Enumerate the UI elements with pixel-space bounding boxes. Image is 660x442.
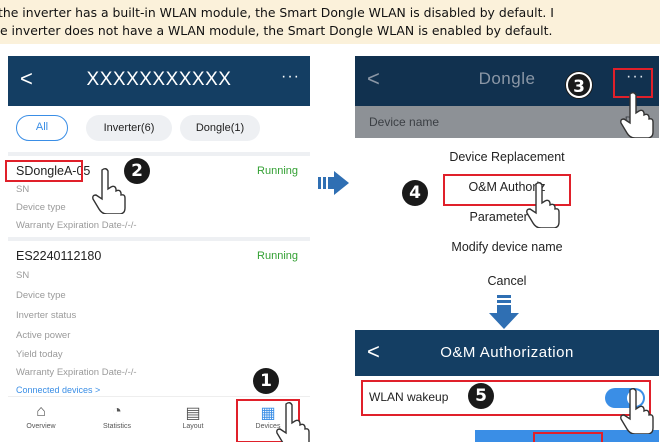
- menu-device-replacement[interactable]: Device Replacement: [355, 150, 659, 164]
- hand-pointer-icon: [620, 92, 654, 138]
- device-sn: SN: [16, 270, 30, 281]
- hand-pointer-icon: [526, 182, 560, 228]
- warranty-date: Warranty Expiration Date-/-/-: [16, 367, 137, 378]
- highlight-bottom-button: [533, 432, 603, 442]
- tab-statistics[interactable]: ◔ Statistics: [92, 403, 142, 430]
- menu-modify-device-name[interactable]: Modify device name: [355, 240, 659, 254]
- device-type: Device type: [16, 290, 66, 301]
- device-name[interactable]: ES2240112180: [16, 249, 101, 263]
- highlight-wlan-wakeup: [361, 380, 651, 416]
- yield-today: Yield today: [16, 349, 63, 360]
- wlan-wakeup-row: WLAN wakeup: [355, 376, 659, 422]
- status-badge: Running: [257, 165, 298, 177]
- tab-label: Layout: [182, 423, 204, 430]
- step-badge-3: 3: [566, 72, 592, 98]
- page-title: O&M Authorization: [440, 344, 574, 361]
- tab-layout[interactable]: ▤ Layout: [168, 403, 218, 430]
- status-badge: Running: [257, 250, 298, 262]
- om-authorization-screen: < O&M Authorization WLAN wakeup: [355, 330, 659, 442]
- menu-cancel[interactable]: Cancel: [355, 274, 659, 288]
- note-line-2: e inverter does not have a WLAN module, …: [0, 23, 553, 38]
- dongle-header: < Dongle ···: [355, 56, 659, 106]
- arrow-down-icon: [489, 295, 519, 329]
- bottom-tab-bar: ⌂ Overview ◔ Statistics ▤ Layout ▦ Devic…: [8, 396, 310, 442]
- filter-dongle[interactable]: Dongle(1): [180, 115, 260, 141]
- connected-devices-link[interactable]: Connected devices >: [16, 385, 100, 395]
- highlight-device-name: [5, 160, 83, 182]
- home-icon: ⌂: [36, 403, 46, 420]
- step-badge-5: 5: [468, 383, 494, 409]
- info-note: the inverter has a built-in WLAN module,…: [0, 0, 660, 44]
- filter-all[interactable]: All: [16, 115, 68, 141]
- layout-icon: ▤: [185, 405, 201, 422]
- tab-overview[interactable]: ⌂ Overview: [16, 403, 66, 430]
- hand-pointer-icon: [276, 402, 310, 442]
- step-badge-1: 1: [253, 368, 279, 394]
- active-power: Active power: [16, 330, 71, 341]
- filter-bar: All Inverter(6) Dongle(1): [8, 106, 310, 152]
- device-type: Device type: [16, 202, 66, 213]
- more-icon[interactable]: ···: [281, 68, 300, 86]
- page-title: XXXXXXXXXXX: [86, 69, 232, 90]
- device-sn: SN: [16, 184, 30, 195]
- device-list-header: < XXXXXXXXXXX ···: [8, 56, 310, 106]
- inverter-status: Inverter status: [16, 310, 77, 321]
- hand-pointer-icon: [92, 168, 126, 214]
- warranty-date: Warranty Expiration Date-/-/-: [16, 220, 137, 231]
- tab-label: Statistics: [102, 423, 131, 430]
- device-name-row: Device name Dong: [355, 106, 659, 138]
- note-line-1: the inverter has a built-in WLAN module,…: [0, 5, 554, 20]
- menu-parameter-settings[interactable]: Parameter se: [355, 210, 659, 224]
- om-header: < O&M Authorization: [355, 330, 659, 376]
- step-badge-4: 4: [402, 180, 428, 206]
- filter-inverter[interactable]: Inverter(6): [86, 115, 172, 141]
- dongle-screen: < Dongle ··· Device name Dong Device Rep…: [355, 56, 659, 300]
- arrow-right-icon: [318, 171, 349, 195]
- action-menu: Device Replacement O&M Authoriz Paramete…: [355, 138, 659, 300]
- tab-label: Overview: [26, 423, 56, 430]
- pie-icon: ◔: [112, 403, 122, 420]
- device-name-label: Device name: [369, 115, 440, 129]
- hand-pointer-icon: [620, 388, 654, 434]
